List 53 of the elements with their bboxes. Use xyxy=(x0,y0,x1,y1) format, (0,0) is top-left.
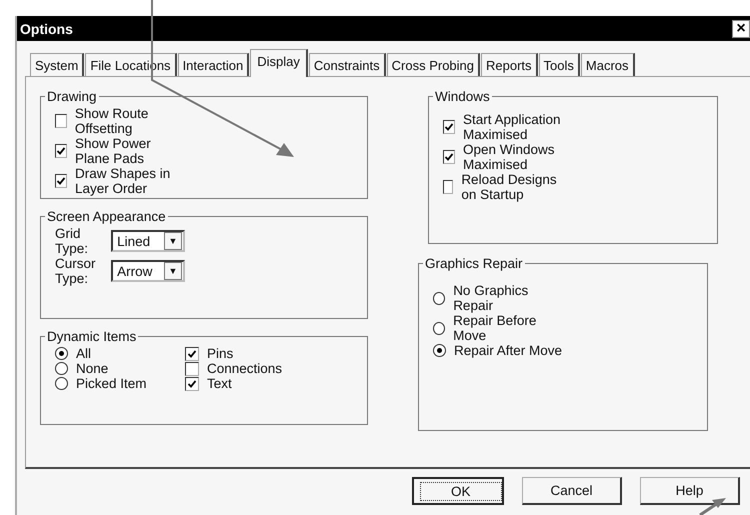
radio-button[interactable] xyxy=(433,292,446,304)
checkbox-label: Connections xyxy=(207,361,282,376)
dropdown-field[interactable]: Arrow ▼ xyxy=(111,260,185,282)
radio-button[interactable] xyxy=(55,362,68,375)
radio-label: Picked Item xyxy=(76,376,147,391)
checkbox[interactable] xyxy=(185,376,199,390)
checkbox-label: Text xyxy=(207,376,232,391)
group-title: Screen Appearance xyxy=(46,209,167,224)
group-title: Drawing xyxy=(46,89,98,104)
radio-label: All xyxy=(76,346,92,361)
radio-label: None xyxy=(76,361,108,376)
dropdown-field[interactable]: Lined ▼ xyxy=(111,230,185,252)
checkbox[interactable] xyxy=(443,120,455,134)
close-button[interactable]: × xyxy=(732,20,750,38)
checkbox[interactable] xyxy=(55,174,67,188)
group-title: Windows xyxy=(434,89,491,104)
radio-button[interactable] xyxy=(55,377,68,390)
tab[interactable]: Display xyxy=(250,49,308,77)
checkbox-label: Pins xyxy=(207,346,234,361)
dialog-button[interactable]: Help xyxy=(640,477,740,505)
checkbox-label: Start Application Maximised xyxy=(463,112,562,142)
dialog-button[interactable]: Cancel xyxy=(522,477,622,505)
checkbox[interactable] xyxy=(185,362,199,376)
radio-label: Repair Before Move xyxy=(453,313,538,343)
tab[interactable]: Reports xyxy=(481,53,538,76)
tab[interactable]: Cross Probing xyxy=(386,53,480,76)
dialog-button[interactable]: OK xyxy=(412,477,504,505)
radio-button[interactable] xyxy=(433,344,446,357)
checkbox[interactable] xyxy=(55,144,67,158)
checkbox-label: Open Windows Maximised xyxy=(463,142,556,172)
checkbox-label: Show Power Plane Pads xyxy=(75,136,152,166)
checkbox-label: Draw Shapes in Layer Order xyxy=(75,166,172,196)
group-title: Dynamic Items xyxy=(46,329,138,344)
checkbox[interactable] xyxy=(443,150,455,164)
tab[interactable]: Macros xyxy=(580,53,635,76)
window-title: Options xyxy=(20,20,73,36)
radio-button[interactable] xyxy=(55,347,68,360)
callout-arrow xyxy=(698,497,728,515)
radio-label: Repair After Move xyxy=(454,343,562,358)
tab[interactable]: Interaction xyxy=(178,53,250,76)
field-label: Grid Type: xyxy=(55,226,90,256)
tab[interactable]: System xyxy=(30,53,84,76)
radio-label: No Graphics Repair xyxy=(453,283,530,313)
checkbox[interactable] xyxy=(55,114,67,128)
tab[interactable]: Constraints xyxy=(308,53,386,76)
checkbox-label: Show Route Offsetting xyxy=(74,106,150,136)
field-label: Cursor Type: xyxy=(55,256,97,286)
group-title: Graphics Repair xyxy=(424,256,524,271)
checkbox-label: Reload Designs on Startup xyxy=(461,172,558,202)
tab[interactable]: Tools xyxy=(538,53,580,76)
radio-button[interactable] xyxy=(433,322,446,334)
checkbox[interactable] xyxy=(185,346,199,360)
checkbox[interactable] xyxy=(443,180,454,194)
